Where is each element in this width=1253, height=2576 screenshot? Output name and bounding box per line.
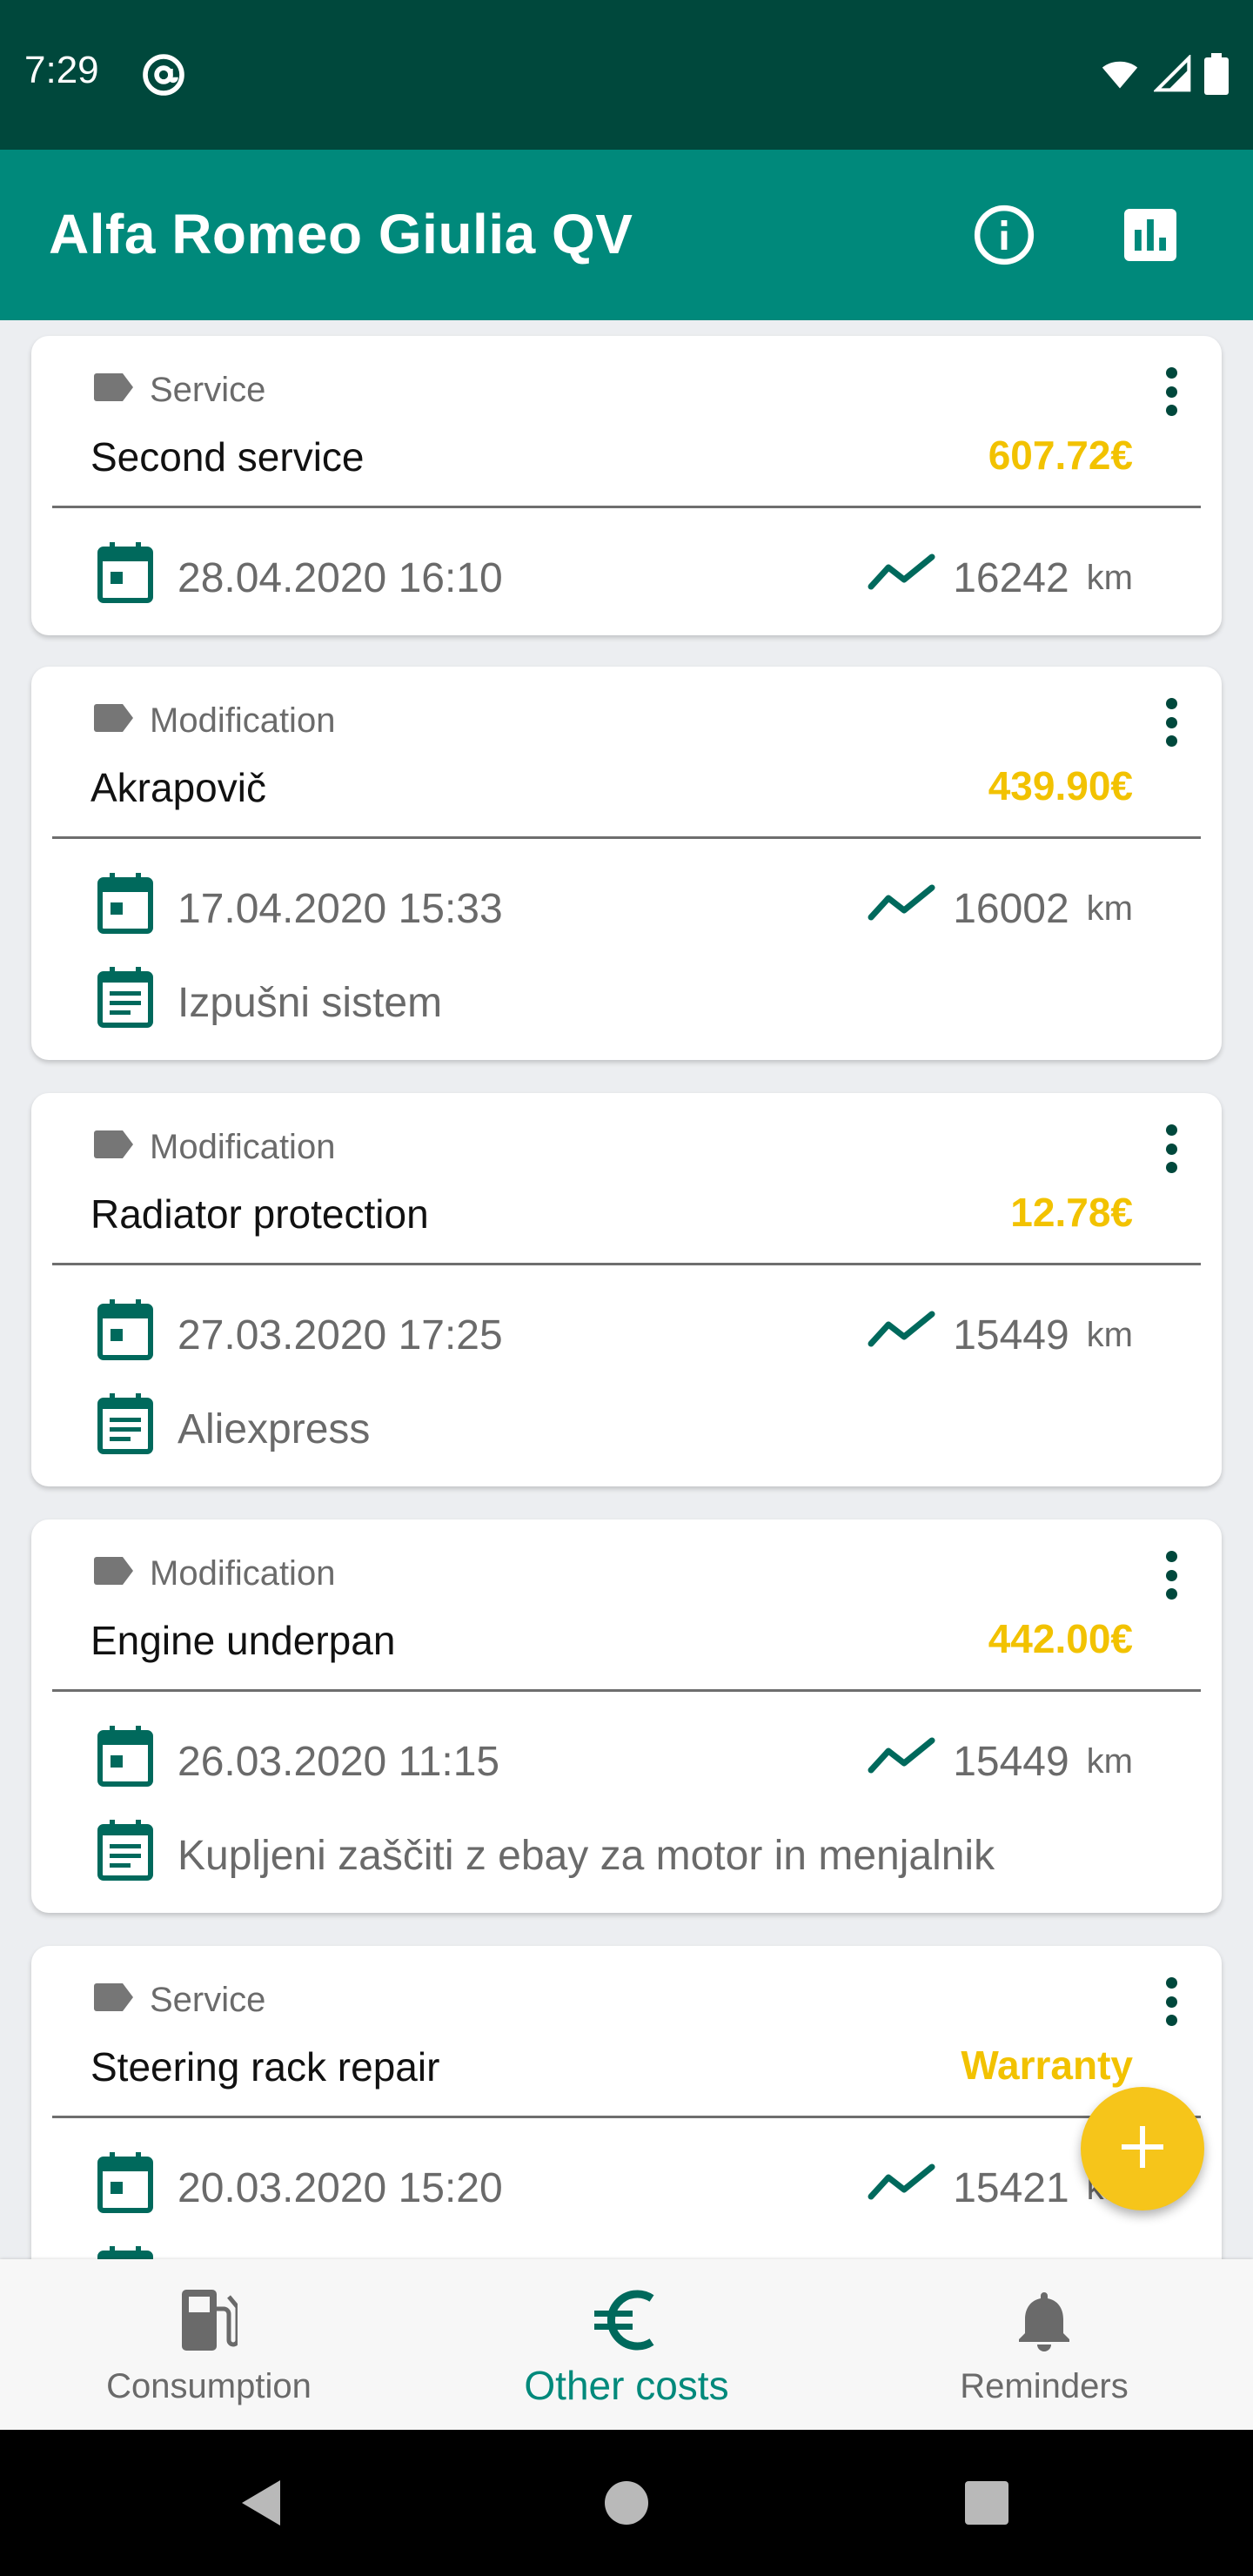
calendar-icon	[97, 873, 153, 944]
cost-datetime: 26.03.2020 11:15	[178, 1738, 500, 1785]
fuel-pump-icon	[174, 2285, 244, 2355]
cost-datetime: 20.03.2020 15:20	[178, 2164, 503, 2211]
calendar-icon	[97, 1299, 153, 1371]
more-options-icon[interactable]	[1152, 362, 1190, 421]
cost-title: Radiator protection	[90, 1191, 429, 1237]
divider	[52, 1689, 1201, 1692]
nav-reminders[interactable]: Reminders	[835, 2259, 1253, 2430]
note-icon	[97, 2246, 153, 2259]
cost-note: Kupljeni zaščiti z ebay za motor in menj…	[178, 1832, 995, 1879]
note-icon	[97, 967, 153, 1038]
odometer-unit: km	[1086, 1741, 1133, 1781]
system-navigation-bar	[0, 2430, 1253, 2576]
tag-icon	[94, 371, 134, 410]
recents-icon[interactable]	[957, 2473, 1016, 2532]
nav-other-costs[interactable]: Other costs	[418, 2259, 835, 2430]
cost-datetime: 28.04.2020 16:10	[178, 554, 503, 601]
more-options-icon[interactable]	[1152, 1546, 1190, 1605]
divider	[52, 506, 1201, 508]
calendar-icon	[97, 2152, 153, 2224]
odometer-trend-icon	[868, 1311, 935, 1359]
battery-icon	[1204, 52, 1229, 99]
cost-card[interactable]: Service Steering rack repair Warranty 20…	[31, 1946, 1222, 2259]
tag-icon	[94, 1554, 134, 1593]
category-label: Modification	[150, 1127, 336, 1166]
page-title: Alfa Romeo Giulia QV	[49, 203, 633, 265]
odometer-unit: km	[1086, 1315, 1133, 1354]
status-bar: 7:29	[0, 0, 1253, 150]
cost-note: Aliexpress	[178, 1405, 371, 1452]
divider	[52, 1263, 1201, 1265]
odometer-value: 16002	[953, 885, 1069, 932]
cost-price: Warranty	[961, 2043, 1133, 2088]
odometer-value: 15449	[953, 1311, 1069, 1358]
cost-list: Service Second service 607.72€ 28.04.202…	[0, 320, 1253, 2259]
category-label: Modification	[150, 1553, 336, 1593]
cost-card[interactable]: Modification Akrapovič 439.90€ 17.04.202…	[31, 667, 1222, 1060]
cost-price: 442.00€	[988, 1616, 1133, 1661]
euro-icon	[592, 2285, 661, 2355]
cost-title: Akrapovič	[90, 765, 266, 810]
cost-card[interactable]: Service Second service 607.72€ 28.04.202…	[31, 336, 1222, 635]
nav-label: Other costs	[524, 2363, 729, 2408]
cost-title: Engine underpan	[90, 1618, 396, 1663]
more-options-icon[interactable]	[1152, 1119, 1190, 1178]
add-cost-button[interactable]	[1081, 2087, 1204, 2210]
cost-datetime: 27.03.2020 17:25	[178, 1311, 503, 1358]
odometer-unit: km	[1086, 558, 1133, 597]
cost-note: Izpušni sistem	[178, 979, 443, 1026]
signal-icon	[1152, 53, 1192, 97]
tag-icon	[94, 1981, 134, 2020]
note-icon	[97, 1820, 153, 1891]
more-options-icon[interactable]	[1152, 693, 1190, 752]
cost-card[interactable]: Modification Engine underpan 442.00€ 26.…	[31, 1519, 1222, 1913]
cost-price: 607.72€	[988, 433, 1133, 478]
odometer-value: 16242	[953, 554, 1069, 601]
odometer-trend-icon	[868, 2163, 935, 2212]
category-label: Service	[150, 370, 266, 409]
bell-icon	[1009, 2285, 1079, 2355]
cost-title: Steering rack repair	[90, 2044, 440, 2090]
divider	[52, 836, 1201, 839]
nav-label: Reminders	[960, 2367, 1129, 2405]
back-icon[interactable]	[231, 2473, 291, 2532]
app-bar: Alfa Romeo Giulia QV	[0, 150, 1253, 320]
status-time: 7:29	[24, 49, 99, 91]
odometer-unit: km	[1086, 889, 1133, 928]
bar-chart-icon	[1119, 204, 1182, 271]
cost-title: Second service	[90, 434, 365, 480]
odometer-value: 15421	[953, 2164, 1069, 2211]
more-options-icon[interactable]	[1152, 1972, 1190, 2031]
info-icon	[972, 203, 1036, 272]
cost-datetime: 17.04.2020 15:33	[178, 885, 503, 932]
odometer-value: 15449	[953, 1738, 1069, 1785]
category-label: Modification	[150, 701, 336, 740]
odometer-trend-icon	[868, 884, 935, 933]
category-label: Service	[150, 1980, 266, 2019]
cost-price: 439.90€	[988, 763, 1133, 808]
info-button[interactable]	[968, 200, 1041, 273]
odometer-trend-icon	[868, 1737, 935, 1786]
cost-price: 12.78€	[1010, 1190, 1133, 1235]
divider	[52, 2116, 1201, 2118]
nav-consumption[interactable]: Consumption	[0, 2259, 418, 2430]
note-icon	[97, 1393, 153, 1465]
odometer-trend-icon	[868, 553, 935, 602]
nav-label: Consumption	[106, 2367, 312, 2405]
bottom-navigation: Consumption Other costs Reminders	[0, 2259, 1253, 2430]
tag-icon	[94, 701, 134, 741]
cost-card[interactable]: Modification Radiator protection 12.78€ …	[31, 1093, 1222, 1486]
calendar-icon	[97, 542, 153, 614]
tag-icon	[94, 1128, 134, 1167]
wifi-icon	[1098, 55, 1142, 97]
statistics-button[interactable]	[1114, 200, 1187, 273]
at-sign-icon	[139, 50, 188, 99]
plus-icon	[1118, 2123, 1167, 2176]
calendar-icon	[97, 1726, 153, 1797]
home-icon[interactable]	[597, 2473, 656, 2532]
